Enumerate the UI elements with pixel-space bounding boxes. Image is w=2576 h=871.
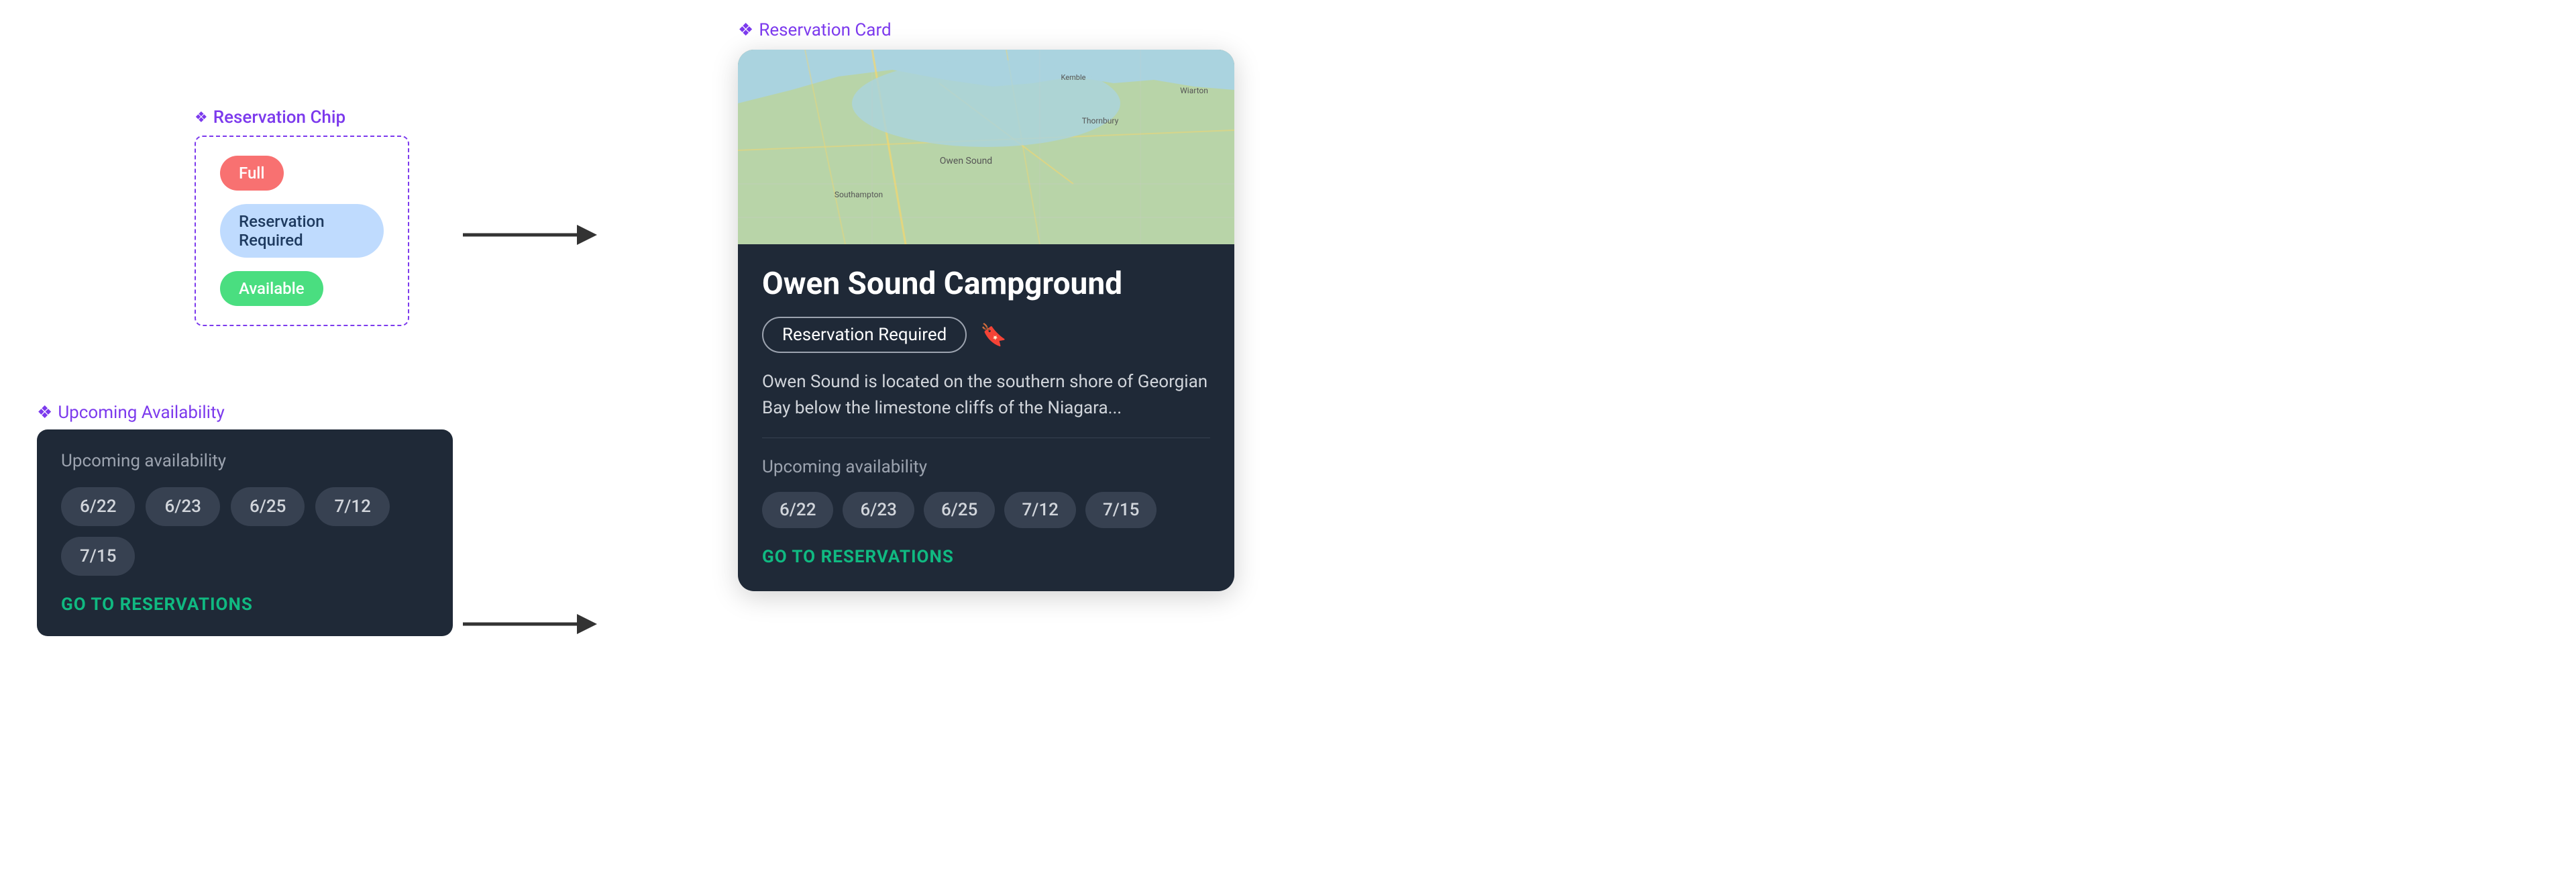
card-date-chips: 6/22 6/23 6/25 7/12 7/15 xyxy=(762,492,1210,528)
upcoming-section-label: ❖ Upcoming Availability xyxy=(37,403,225,423)
card-upcoming-title: Upcoming availability xyxy=(762,457,1210,477)
svg-text:Kemble: Kemble xyxy=(1061,73,1086,82)
svg-text:Southampton: Southampton xyxy=(835,190,883,199)
arrow-chip-to-card xyxy=(456,215,604,255)
diamond-icon-upcoming: ❖ xyxy=(37,403,52,423)
diamond-icon-card: ❖ xyxy=(738,20,753,40)
arrow-upcoming-to-card xyxy=(456,604,604,644)
card-date-chip-4[interactable]: 7/15 xyxy=(1085,492,1157,528)
svg-text:Thornbury: Thornbury xyxy=(1082,116,1119,125)
card-date-chip-3[interactable]: 7/12 xyxy=(1004,492,1075,528)
card-date-chip-0[interactable]: 6/22 xyxy=(762,492,833,528)
chip-section-label: ❖ Reservation Chip xyxy=(195,107,409,127)
card-description: Owen Sound is located on the southern sh… xyxy=(762,369,1210,421)
chip-box: Full Reservation Required Available xyxy=(195,136,409,326)
chip-section: ❖ Reservation Chip Full Reservation Requ… xyxy=(195,107,409,326)
svg-text:Wiarton: Wiarton xyxy=(1180,86,1208,95)
svg-text:Owen Sound: Owen Sound xyxy=(940,156,992,166)
date-chip-1[interactable]: 6/23 xyxy=(146,487,219,526)
campground-name: Owen Sound Campground xyxy=(762,266,1210,302)
card-date-chip-2[interactable]: 6/25 xyxy=(924,492,995,528)
upcoming-title: Upcoming availability xyxy=(61,451,429,471)
reservation-card: Owen Sound Thornbury Southampton Wiarton… xyxy=(738,50,1234,591)
card-content: Owen Sound Campground Reservation Requir… xyxy=(738,244,1234,591)
card-date-chip-1[interactable]: 6/23 xyxy=(843,492,914,528)
diamond-icon: ❖ xyxy=(195,109,208,126)
date-chip-3[interactable]: 7/12 xyxy=(315,487,389,526)
date-chip-2[interactable]: 6/25 xyxy=(231,487,305,526)
upcoming-section: Upcoming availability 6/22 6/23 6/25 7/1… xyxy=(37,429,453,636)
upcoming-box: Upcoming availability 6/22 6/23 6/25 7/1… xyxy=(37,429,453,636)
card-chips-row: Reservation Required 🔖 xyxy=(762,317,1210,353)
card-section: ❖ Reservation Card Owen Sound Thornbury xyxy=(738,20,1234,591)
card-reservation-chip[interactable]: Reservation Required xyxy=(762,317,967,353)
chip-full[interactable]: Full xyxy=(220,156,284,191)
date-chip-0[interactable]: 6/22 xyxy=(61,487,135,526)
bookmark-icon[interactable]: 🔖 xyxy=(980,322,1007,348)
go-reservations-button[interactable]: GO TO RESERVATIONS xyxy=(61,595,429,615)
date-chip-4[interactable]: 7/15 xyxy=(61,537,135,576)
card-section-label: ❖ Reservation Card xyxy=(738,20,1234,40)
chip-available[interactable]: Available xyxy=(220,271,323,306)
card-go-reservations-button[interactable]: GO TO RESERVATIONS xyxy=(762,547,1210,567)
date-chips-row: 6/22 6/23 6/25 7/12 7/15 xyxy=(61,487,429,576)
card-map: Owen Sound Thornbury Southampton Wiarton… xyxy=(738,50,1234,244)
chip-reservation[interactable]: Reservation Required xyxy=(220,204,384,258)
